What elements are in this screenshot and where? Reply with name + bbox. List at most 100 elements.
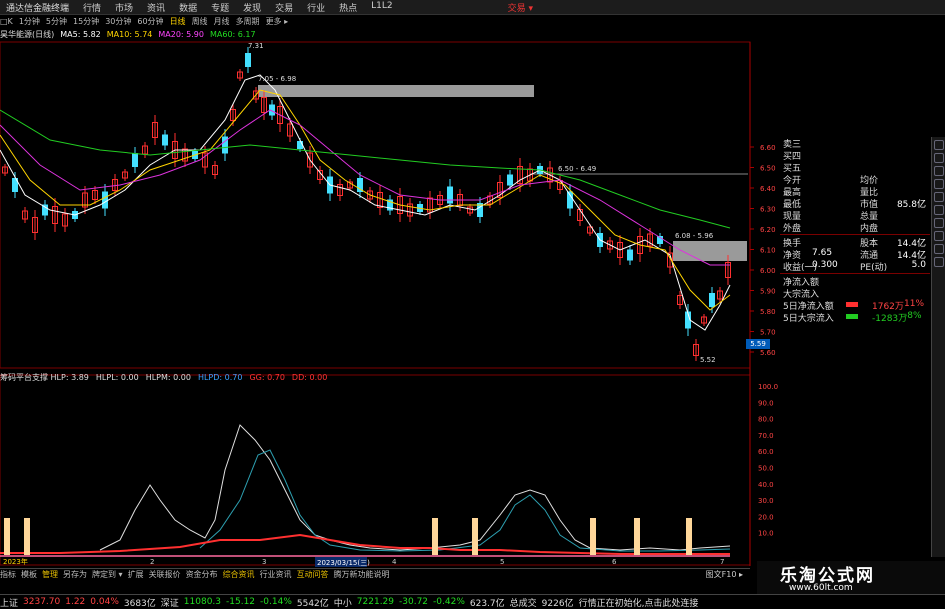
quote-row: 买四 [780, 149, 930, 162]
status-value: 9226亿 [541, 598, 574, 609]
menu-item[interactable]: 行情 [83, 1, 101, 14]
quote-row: 最低 市值 85.8亿 [780, 197, 930, 210]
status-value: 中小 [333, 598, 352, 609]
menu-item[interactable]: 资讯 [147, 1, 165, 14]
bottom-tab[interactable]: 扩展 [128, 569, 144, 580]
f10-button[interactable]: 图文F10 ▸ [706, 569, 743, 580]
stock-name[interactable]: 昊华能源(日线) [0, 29, 54, 40]
period-tab[interactable]: 日线 [170, 16, 186, 27]
tool-icon[interactable] [934, 205, 944, 215]
annotation-band1: 7.05 - 6.98 [258, 75, 296, 83]
ma-label: MA5: 5.82 [60, 30, 101, 39]
tool-icon[interactable] [934, 257, 944, 267]
price-tick: 5.60 [760, 349, 776, 357]
indicator-axis: 100.0 90.0 80.0 70.0 60.0 50.0 40.0 30.0 20.0 10.… [758, 383, 778, 538]
tool-icon[interactable] [934, 218, 944, 228]
tool-icon[interactable] [934, 140, 944, 150]
period-tab[interactable]: □K [0, 17, 13, 26]
indicator-label: HLPM: 0.00 [145, 373, 191, 382]
indicator-tick: 70.0 [758, 432, 774, 440]
flow-percent: 11% [904, 299, 925, 309]
bottom-tab[interactable]: 指标 [0, 569, 16, 580]
quote-row: 净资 7.65 流通 14.4亿 [780, 248, 930, 261]
period-tab[interactable]: 周线 [192, 16, 208, 27]
bottom-tab[interactable]: 关联报价 [149, 569, 181, 580]
x-month: 2 [150, 558, 154, 566]
menu-item[interactable]: 市场 [115, 1, 133, 14]
menu-item[interactable]: 热点 [339, 1, 357, 14]
menu-item[interactable]: 发现 [243, 1, 261, 14]
bottom-tab[interactable]: 腾万新功能说明 [334, 569, 390, 580]
ma-label: MA20: 5.90 [158, 30, 204, 39]
x-month: 4 [392, 558, 397, 566]
bottom-tab[interactable]: 资金分布 [186, 569, 218, 580]
candle-body [102, 191, 108, 209]
indicator-label: HLPL: 0.00 [95, 373, 139, 382]
menu-item[interactable]: 行业 [307, 1, 325, 14]
status-value: 11080.3 [183, 597, 222, 607]
menu-item[interactable]: 专题 [211, 1, 229, 14]
quote-cell: 外盘 [783, 224, 802, 234]
quote-row: 外盘 内盘 [780, 221, 930, 234]
status-bar: 上证 3237.70 1.22 0.04% 3683亿 深证 11080.3 -15.12 -0… [0, 594, 945, 609]
status-value: 1.22 [65, 597, 86, 607]
candle-body [162, 134, 168, 146]
bottom-tab[interactable]: 行业资讯 [260, 569, 292, 580]
period-tab[interactable]: 月线 [214, 16, 230, 27]
price-axis: 6.60 6.50 6.40 6.30 6.20 6.10 6.00 5.90 5.80 5.70… [750, 144, 776, 357]
bottom-tab[interactable]: 牌定到 ▾ [92, 569, 123, 580]
tool-icon[interactable] [934, 166, 944, 176]
indicator-series [0, 424, 731, 557]
indicator-tick: 50.0 [758, 465, 774, 473]
menu-item[interactable]: L1L2 [371, 1, 392, 14]
price-tick: 5.70 [760, 329, 776, 337]
price-tick: 6.60 [760, 144, 776, 152]
trade-button[interactable]: 交易 ▾ [508, 1, 533, 14]
status-value: -0.14% [260, 597, 292, 607]
bottom-tab[interactable]: 管理 [42, 569, 58, 580]
tool-icon[interactable] [934, 179, 944, 189]
signal-bar [590, 518, 596, 555]
menu-item[interactable]: 交易 [275, 1, 293, 14]
annotation-high: 7.31 [248, 42, 264, 50]
bottom-tab[interactable]: 模板 [21, 569, 37, 580]
period-tab[interactable]: 15分钟 [73, 16, 99, 27]
quote-panel: 卖三 买四 买五 今开 均价 最高 量比 最低 市值 85.8亿 现量 总量 外盘 内盘 换手 股本 14.4亿… [780, 137, 930, 324]
x-date: 2023/03/15(三) [317, 559, 370, 567]
quote-row: 收益(一) 0.300 PE(动) 5.0 [780, 260, 930, 273]
tool-icon[interactable] [934, 244, 944, 254]
ma-label: MA60: 6.17 [209, 30, 256, 39]
main-menu: 行情 市场 资讯 数据 专题 发现 交易 行业 热点 L1L2 [83, 1, 393, 14]
status-value: 0.04% [90, 597, 119, 607]
candle-body [507, 174, 513, 186]
chart-grid [0, 41, 751, 566]
indicator-tick: 90.0 [758, 399, 774, 407]
period-tab[interactable]: 更多 ▸ [266, 16, 289, 27]
menu-item[interactable]: 数据 [179, 1, 197, 14]
status-value: -0.42% [433, 597, 465, 607]
period-tab[interactable]: 30分钟 [105, 16, 131, 27]
status-value: 3683亿 [123, 598, 156, 609]
price-tick: 5.80 [760, 308, 776, 316]
watermark-url: www.60lt.com [789, 583, 853, 593]
period-tab[interactable]: 60分钟 [137, 16, 163, 27]
period-tab[interactable]: 1分钟 [19, 16, 40, 27]
indicator-label: DD: 0.00 [291, 373, 328, 382]
tool-icon[interactable] [934, 231, 944, 241]
bottom-tabs: 指标 模板 管理 另存为 牌定到 ▾ 扩展 关联报价 资金分布 综合资讯 行业资讯 互动问答 腾万新功… [0, 568, 750, 580]
tool-icon[interactable] [934, 153, 944, 163]
flow-row: 大宗流入 [780, 287, 930, 300]
quote-row: 买五 [780, 161, 930, 174]
tool-icon[interactable] [934, 192, 944, 202]
bottom-tab[interactable]: 互动问答 [297, 569, 329, 580]
top-menu-bar: 通达信金融终端 行情 市场 资讯 数据 专题 发现 交易 行业 热点 L1L2 … [0, 0, 945, 15]
candle-body [447, 186, 453, 204]
period-tab[interactable]: 5分钟 [46, 16, 67, 27]
bottom-tab[interactable]: 综合资讯 [223, 569, 255, 580]
quote-cell: 7.65 [812, 248, 833, 258]
watermark: 乐淘公式网 www.60lt.com [757, 561, 945, 594]
period-tab[interactable]: 多周期 [236, 16, 260, 27]
ma5-line [0, 74, 731, 331]
ma-label: MA10: 5.74 [106, 30, 153, 39]
bottom-tab[interactable]: 另存为 [63, 569, 87, 580]
